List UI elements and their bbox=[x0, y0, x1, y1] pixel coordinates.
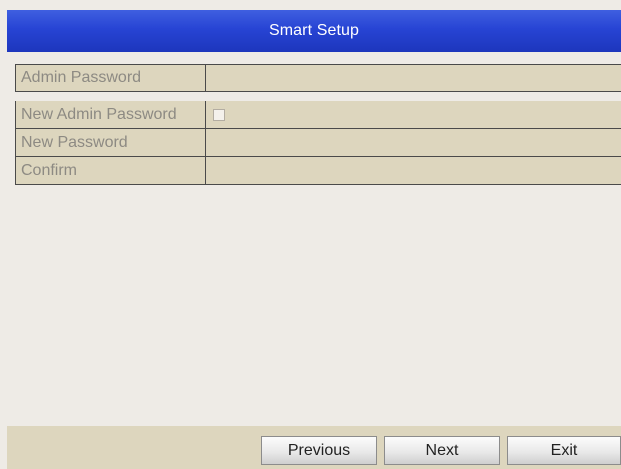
title-bar: Smart Setup bbox=[7, 10, 621, 52]
next-button[interactable]: Next bbox=[384, 436, 500, 465]
new-password-row: New Password bbox=[15, 129, 621, 157]
admin-password-label: Admin Password bbox=[16, 65, 206, 91]
new-admin-password-field bbox=[206, 101, 621, 128]
new-password-input[interactable] bbox=[206, 129, 621, 156]
new-admin-password-label: New Admin Password bbox=[16, 101, 206, 128]
dialog-title: Smart Setup bbox=[268, 22, 360, 39]
exit-button[interactable]: Exit bbox=[507, 436, 621, 465]
previous-button[interactable]: Previous bbox=[261, 436, 377, 465]
new-admin-password-checkbox[interactable] bbox=[213, 108, 225, 121]
button-bar: Previous Next Exit bbox=[7, 426, 621, 469]
admin-password-input[interactable] bbox=[206, 65, 621, 91]
confirm-input[interactable] bbox=[206, 157, 621, 184]
new-password-label: New Password bbox=[16, 129, 206, 156]
new-admin-password-row: New Admin Password bbox=[15, 101, 621, 129]
smart-setup-dialog: Smart Setup Admin Password New Admin Pas… bbox=[7, 10, 621, 469]
confirm-row: Confirm bbox=[15, 157, 621, 185]
admin-password-row: Admin Password bbox=[15, 64, 621, 92]
confirm-label: Confirm bbox=[16, 157, 206, 184]
